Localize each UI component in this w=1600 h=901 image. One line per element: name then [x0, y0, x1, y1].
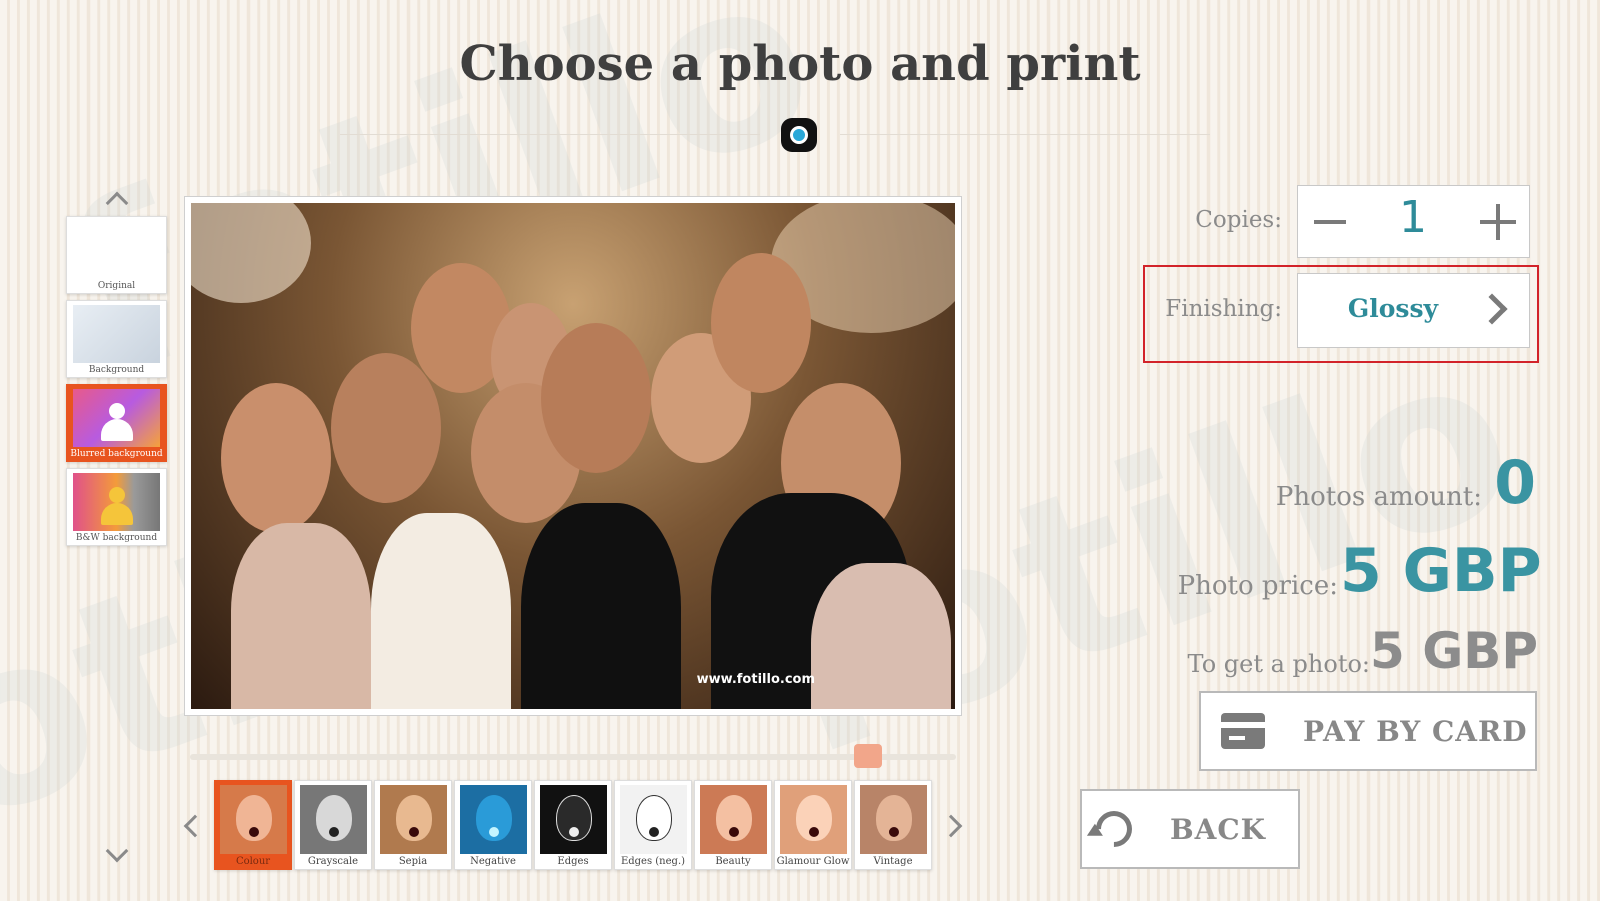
filter-thumbnail [540, 785, 607, 854]
chevron-down-icon[interactable] [100, 839, 134, 870]
to-get-value: 5 GBP [1370, 622, 1538, 680]
finishing-selector[interactable]: Glossy [1297, 273, 1530, 348]
filter-label: Vintage [873, 856, 913, 867]
effect-bw-background[interactable]: B&W background [66, 468, 167, 546]
divider [840, 134, 1210, 135]
effect-thumbnail [73, 305, 160, 363]
photo-price-label: Photo price: [1177, 571, 1338, 601]
filter-edges-neg[interactable]: Edges (neg.) [614, 780, 692, 870]
filter-vintage[interactable]: Vintage [854, 780, 932, 870]
effect-label: B&W background [75, 533, 158, 543]
pay-button-label: PAY BY CARD [1303, 715, 1528, 748]
photo-watermark: www.fotillo.com [696, 672, 815, 687]
filter-thumbnail [860, 785, 927, 854]
camera-logo-icon [781, 118, 817, 152]
filter-beauty[interactable]: Beauty [694, 780, 772, 870]
filter-label: Colour [235, 856, 271, 867]
effect-background[interactable]: Background [66, 300, 167, 378]
plus-icon[interactable] [1480, 204, 1516, 240]
filter-thumbnail [300, 785, 367, 854]
pay-by-card-button[interactable]: PAY BY CARD [1199, 691, 1537, 771]
chevron-left-icon[interactable] [180, 806, 210, 846]
photos-amount-value: 0 [1494, 448, 1536, 518]
effect-thumbnail [73, 389, 160, 447]
filter-label: Grayscale [307, 856, 359, 867]
undo-arrow-icon [1088, 803, 1140, 855]
filter-negative[interactable]: Negative [454, 780, 532, 870]
credit-card-icon [1221, 713, 1265, 749]
copies-label: Copies: [1195, 207, 1282, 233]
effect-original[interactable]: Original [66, 216, 167, 294]
filter-thumbnail [220, 785, 287, 854]
to-get-label: To get a photo: [1187, 650, 1370, 678]
filter-label: Edges [557, 856, 589, 867]
filter-label: Glamour Glow [776, 856, 850, 867]
filter-label: Beauty [715, 856, 751, 867]
copies-value: 1 [1399, 192, 1427, 243]
finishing-label: Finishing: [1165, 296, 1282, 322]
chevron-up-icon[interactable] [100, 184, 134, 215]
filter-thumbnail [700, 785, 767, 854]
finishing-value: Glossy [1347, 294, 1439, 323]
copies-stepper: 1 [1297, 185, 1530, 258]
photo-preview[interactable]: www.fotillo.com [184, 196, 962, 716]
effect-thumbnail [73, 221, 160, 279]
chevron-right-icon [1476, 293, 1508, 325]
minus-icon[interactable] [1314, 220, 1346, 224]
effect-thumbnail [73, 473, 160, 531]
filter-glamour-glow[interactable]: Glamour Glow [774, 780, 852, 870]
filter-sepia[interactable]: Sepia [374, 780, 452, 870]
effect-label: Original [97, 281, 136, 291]
filter-thumbnail [460, 785, 527, 854]
photo-slider-handle[interactable] [854, 744, 882, 768]
filter-label: Edges (neg.) [620, 856, 686, 867]
back-button-label: BACK [1170, 813, 1267, 846]
filter-grayscale[interactable]: Grayscale [294, 780, 372, 870]
chevron-right-icon[interactable] [936, 806, 966, 846]
effect-label: Blurred background [70, 449, 163, 459]
effect-label: Background [88, 365, 145, 375]
filter-edges[interactable]: Edges [534, 780, 612, 870]
filter-thumbnail [620, 785, 687, 854]
filter-label: Negative [470, 856, 516, 867]
filter-thumbnail [780, 785, 847, 854]
photo-price-value: 5 GBP [1340, 536, 1542, 606]
divider [340, 134, 760, 135]
filter-thumbnail [380, 785, 447, 854]
filter-label: Sepia [398, 856, 428, 867]
filter-colour[interactable]: Colour [214, 780, 292, 870]
photo-image: www.fotillo.com [191, 203, 955, 709]
page-title: Choose a photo and print [459, 36, 1141, 92]
back-button[interactable]: BACK [1080, 789, 1300, 869]
photos-amount-label: Photos amount: [1275, 482, 1482, 512]
effect-blurred-background[interactable]: Blurred background [66, 384, 167, 462]
photo-slider-track[interactable] [190, 754, 956, 760]
